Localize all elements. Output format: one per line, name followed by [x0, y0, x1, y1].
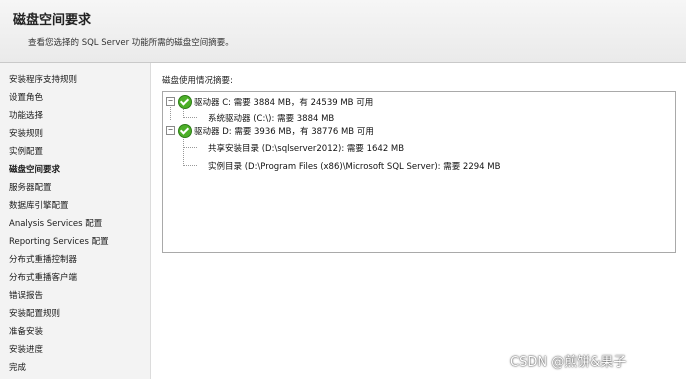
tree-connector	[183, 147, 197, 148]
nav-item-config-rules[interactable]: 安装配置规则	[9, 307, 60, 319]
nav-item-setup-role[interactable]: 设置角色	[9, 91, 43, 103]
nav-item-reporting-services[interactable]: Reporting Services 配置	[9, 235, 109, 247]
nav-item-analysis-services[interactable]: Analysis Services 配置	[9, 217, 102, 229]
page-header: 磁盘空间要求 查看您选择的 SQL Server 功能所需的磁盘空间摘要。	[0, 0, 686, 63]
nav-item-progress[interactable]: 安装进度	[9, 343, 43, 355]
collapse-toggle-icon[interactable]: −	[166, 126, 175, 135]
nav-item-setup-support-rules[interactable]: 安装程序支持规则	[9, 73, 77, 85]
page-title: 磁盘空间要求	[13, 13, 92, 28]
tree-node-drive-d[interactable]: 驱动器 D: 需要 3936 MB，有 38776 MB 可用	[194, 125, 374, 137]
nav-item-complete[interactable]: 完成	[9, 361, 26, 373]
check-success-icon	[178, 124, 192, 138]
tree-node-drive-c[interactable]: 驱动器 C: 需要 3884 MB，有 24539 MB 可用	[194, 96, 373, 108]
wizard-step-nav: 安装程序支持规则 设置角色 功能选择 安装规则 实例配置 磁盘空间要求 服务器配…	[0, 63, 151, 379]
nav-item-ready-to-install[interactable]: 准备安装	[9, 325, 43, 337]
main-area: 安装程序支持规则 设置角色 功能选择 安装规则 实例配置 磁盘空间要求 服务器配…	[0, 63, 686, 379]
nav-item-replay-controller[interactable]: 分布式重播控制器	[9, 253, 77, 265]
collapse-toggle-icon[interactable]: −	[166, 97, 175, 106]
nav-item-disk-space[interactable]: 磁盘空间要求	[9, 163, 60, 175]
content-panel: 磁盘使用情况摘要: − 驱动器 C: 需要 3884 MB，有 24539 MB…	[152, 63, 686, 379]
tree-connector	[183, 117, 197, 118]
nav-item-installation-rules[interactable]: 安装规则	[9, 127, 43, 139]
page-subtitle: 查看您选择的 SQL Server 功能所需的磁盘空间摘要。	[28, 38, 234, 48]
watermark-text: CSDN @煎饼&果子	[510, 355, 627, 370]
tree-connector	[183, 136, 184, 166]
nav-item-server-config[interactable]: 服务器配置	[9, 181, 52, 193]
tree-node-system-drive[interactable]: 系统驱动器 (C:\): 需要 3884 MB	[208, 112, 334, 124]
nav-item-replay-client[interactable]: 分布式重播客户端	[9, 271, 77, 283]
tree-connector	[183, 165, 197, 166]
check-success-icon	[178, 95, 192, 109]
nav-item-feature-selection[interactable]: 功能选择	[9, 109, 43, 121]
tree-node-shared-dir[interactable]: 共享安装目录 (D:\sqlserver2012): 需要 1642 MB	[208, 142, 404, 154]
tree-connector	[170, 104, 171, 120]
tree-node-instance-dir[interactable]: 实例目录 (D:\Program Files (x86)\Microsoft S…	[208, 160, 500, 172]
nav-item-error-reporting[interactable]: 错误报告	[9, 289, 43, 301]
nav-item-instance-config[interactable]: 实例配置	[9, 145, 43, 157]
nav-item-db-engine-config[interactable]: 数据库引擎配置	[9, 199, 69, 211]
disk-usage-tree[interactable]: − 驱动器 C: 需要 3884 MB，有 24539 MB 可用 系统驱动器 …	[162, 91, 676, 253]
summary-label: 磁盘使用情况摘要:	[162, 76, 233, 86]
